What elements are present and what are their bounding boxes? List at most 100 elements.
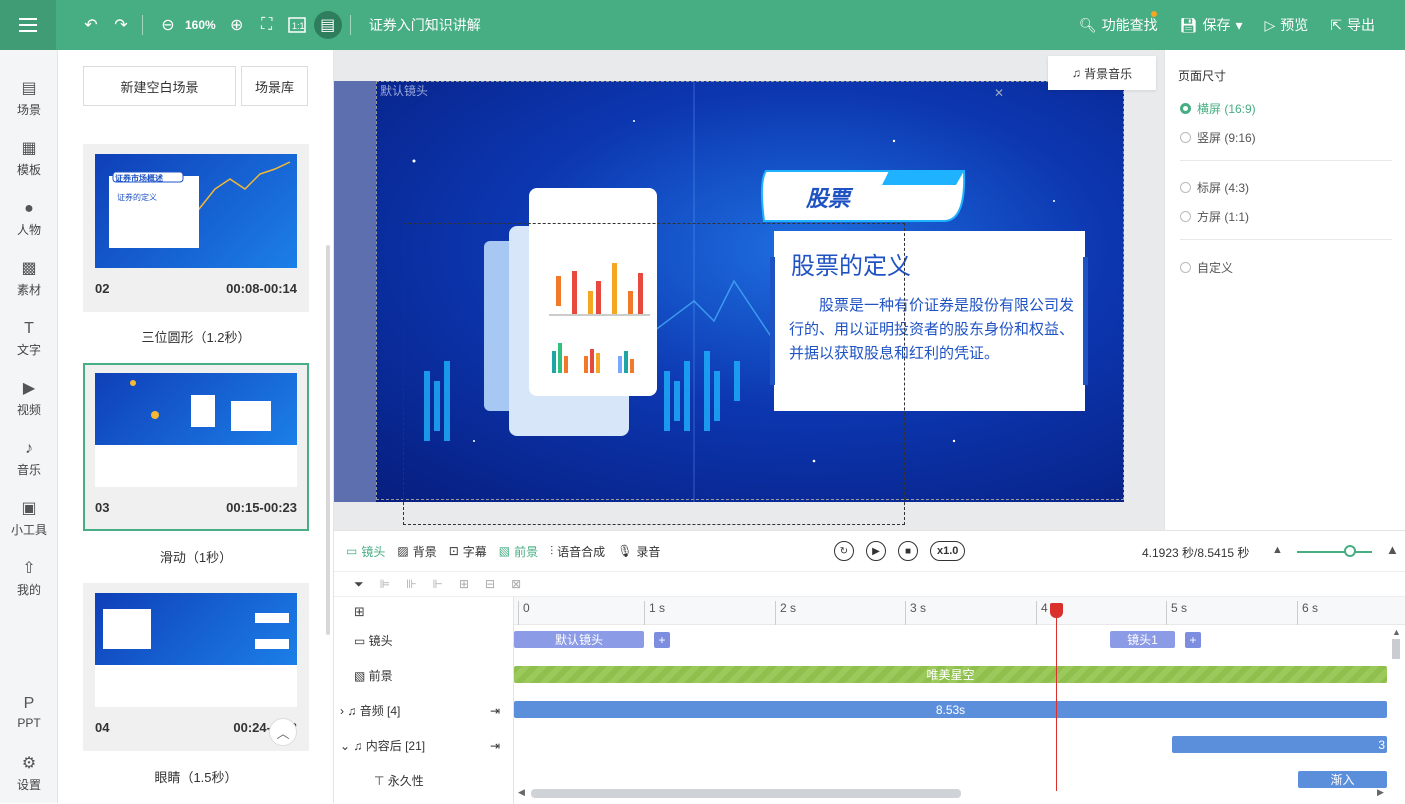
replay-button[interactable]: ↻: [834, 541, 854, 561]
fullscreen-icon[interactable]: ⛶: [254, 12, 280, 38]
tick-label: 0: [518, 601, 530, 625]
timeline-zoom-handle[interactable]: [1344, 545, 1356, 557]
nav-mine[interactable]: ⇧ 我的: [0, 560, 58, 598]
filter-icon[interactable]: ⏷: [354, 577, 364, 592]
zoom-in-icon[interactable]: ⊕: [224, 12, 250, 38]
nav-toolbox[interactable]: ▣ 小工具: [0, 500, 58, 538]
audio-block[interactable]: 8.53s: [514, 701, 1387, 718]
option-custom[interactable]: 自定义: [1180, 259, 1233, 276]
track-camera[interactable]: ▭ 镜头: [334, 623, 514, 658]
tab-camera[interactable]: ▭ 镜头: [346, 543, 385, 560]
chevron-right-icon: ›: [340, 703, 348, 718]
save-button[interactable]: 💾︎ 保存 ▾: [1180, 15, 1243, 35]
redo-icon[interactable]: ↷: [108, 12, 134, 38]
actual-size-icon[interactable]: 1:1: [284, 12, 310, 38]
radio-checked: [1180, 103, 1191, 114]
divider: [142, 15, 143, 35]
enter-icon[interactable]: ⇥: [490, 739, 500, 753]
chevron-up-icon: ︿: [276, 725, 290, 741]
nav-material[interactable]: ▩ 素材: [0, 260, 58, 298]
scene-panel-scrollbar[interactable]: [326, 245, 330, 635]
scroll-up-icon[interactable]: ▲: [1392, 627, 1401, 637]
tab-foreground[interactable]: ▧ 前景: [499, 543, 538, 560]
track-content[interactable]: ⌄ ♫ 内容后 [21] ⇥: [334, 728, 514, 763]
fade-in-block[interactable]: 渐入: [1298, 771, 1387, 788]
zoom-small-icon[interactable]: ▲: [1272, 544, 1283, 556]
option-landscape[interactable]: 横屏 (16:9): [1180, 100, 1256, 117]
tick-label: 1 s: [644, 601, 665, 625]
layers-icon[interactable]: ⊞: [354, 604, 365, 620]
nav-text[interactable]: T 文字: [0, 320, 58, 358]
tab-record[interactable]: 🎙︎ 录音: [617, 543, 660, 560]
transition-label[interactable]: 眼睛（1.5秒）: [83, 767, 309, 786]
add-camera-button[interactable]: +: [654, 632, 670, 648]
timeline-v-scrollbar[interactable]: [1392, 639, 1400, 659]
playhead-handle[interactable]: [1050, 603, 1063, 618]
content-block[interactable]: 3: [1172, 736, 1387, 753]
align-left-icon[interactable]: ⊫: [380, 577, 390, 591]
export-button[interactable]: ⇱ 导出: [1330, 15, 1375, 35]
track-audio[interactable]: › ♫ 音频 [4] ⇥: [334, 693, 514, 728]
track-foreground[interactable]: ▧ 前景: [334, 658, 514, 693]
music-icon: ♪: [25, 440, 33, 457]
transition-label[interactable]: 三位圆形（1.2秒）: [83, 327, 309, 346]
preview-button[interactable]: ▷ 预览: [1264, 15, 1308, 35]
new-blank-scene-button[interactable]: 新建空白场景: [83, 66, 236, 106]
timeline-zoom-slider[interactable]: [1297, 551, 1372, 553]
group-icon[interactable]: ⊟: [485, 577, 495, 591]
stop-button[interactable]: ■: [898, 541, 918, 561]
project-title: 证券入门知识讲解: [368, 17, 481, 33]
transition-label[interactable]: 滑动（1秒）: [83, 547, 309, 566]
scene-library-button[interactable]: 场景库: [241, 66, 308, 106]
tab-subtitle[interactable]: ⊡ 字幕: [449, 543, 487, 560]
background-music-button[interactable]: ♫ 背景音乐: [1048, 56, 1156, 90]
nav-video[interactable]: ▶ 视频: [0, 380, 58, 418]
camera-block-1[interactable]: 镜头1: [1110, 631, 1175, 648]
scroll-left-icon[interactable]: ◀: [518, 787, 525, 798]
nav-scene[interactable]: ▤ 场景: [0, 80, 58, 118]
zoom-out-icon[interactable]: ⊖: [155, 12, 181, 38]
distribute-icon[interactable]: ⊞: [459, 577, 469, 591]
playhead-line[interactable]: [1056, 603, 1057, 791]
scene-card-03[interactable]: 03 00:15-00:23: [83, 363, 309, 531]
time-ruler[interactable]: 0 1 s 2 s 3 s 4 s 5 s 6 s: [514, 597, 1405, 625]
foreground-icon: ▧: [354, 668, 369, 683]
align-right-icon[interactable]: ⊩: [433, 577, 443, 591]
option-standard[interactable]: 标屏 (4:3): [1180, 179, 1249, 196]
save-icon: 💾︎: [1179, 16, 1198, 33]
camera-block-default[interactable]: 默认镜头: [514, 631, 644, 648]
feature-search-button[interactable]: 🔍︎ 功能查找: [1079, 11, 1158, 35]
scroll-right-icon[interactable]: ▶: [1377, 787, 1384, 798]
tab-background[interactable]: ▨ 背景: [397, 543, 436, 560]
tab-tts[interactable]: ⫶ 语音合成: [550, 543, 605, 560]
menu-icon[interactable]: [0, 0, 56, 50]
option-portrait[interactable]: 竖屏 (9:16): [1180, 129, 1256, 146]
option-square[interactable]: 方屏 (1:1): [1180, 208, 1249, 225]
subtitle-toggle-icon[interactable]: ▤: [313, 11, 342, 39]
nav-person[interactable]: ● 人物: [0, 200, 58, 238]
play-button[interactable]: ▶: [866, 541, 886, 561]
tick-label: 2 s: [775, 601, 796, 625]
notification-dot: [1150, 11, 1157, 17]
zoom-large-icon[interactable]: ▲: [1386, 542, 1399, 557]
nav-settings[interactable]: ⚙ 设置: [0, 755, 58, 793]
track-permanent[interactable]: ⊤ 永久性: [334, 763, 514, 798]
nav-template[interactable]: ▦ 模板: [0, 140, 58, 178]
radio: [1180, 211, 1191, 222]
scroll-top-button[interactable]: ︿: [269, 718, 297, 746]
nav-ppt[interactable]: P PPT: [0, 695, 58, 730]
scene-card-02[interactable]: 证券市场概述 证券的定义 02 00:08-00:14: [83, 144, 309, 312]
scene-thumbnail: [95, 593, 297, 707]
play-icon: ▶: [872, 545, 880, 557]
ungroup-icon[interactable]: ⊠: [511, 577, 521, 591]
timeline-h-scrollbar[interactable]: [531, 789, 961, 798]
speed-button[interactable]: x1.0: [930, 541, 966, 561]
align-center-icon[interactable]: ⊪: [406, 577, 416, 591]
add-camera-button[interactable]: +: [1185, 632, 1201, 648]
selection-frame[interactable]: [403, 223, 905, 525]
nav-music[interactable]: ♪ 音乐: [0, 440, 58, 478]
enter-icon[interactable]: ⇥: [490, 704, 500, 718]
undo-icon[interactable]: ↶: [78, 12, 104, 38]
foreground-block[interactable]: 唯美星空: [514, 666, 1387, 683]
tick-label: 3 s: [905, 601, 926, 625]
